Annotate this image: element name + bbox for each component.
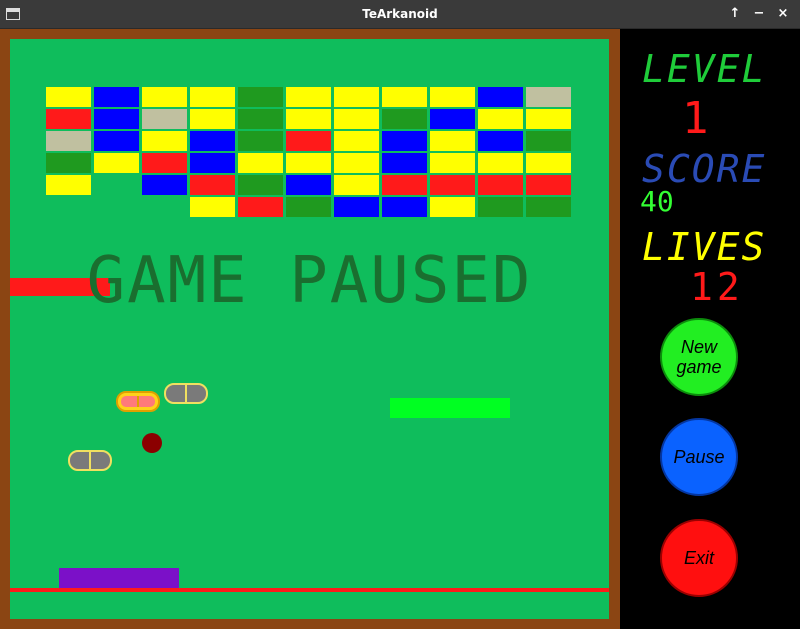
brick-yellow [286, 109, 331, 129]
brick-blue [382, 131, 427, 151]
exit-label: Exit [683, 548, 714, 568]
brick-yellow [94, 153, 139, 173]
pause-button[interactable]: Pause [660, 418, 738, 496]
brick-blue [94, 87, 139, 107]
exit-button[interactable]: Exit [660, 519, 738, 597]
bonus-capsule-red [116, 391, 160, 412]
brick-yellow [142, 131, 187, 151]
bottom-line [10, 588, 609, 592]
brick-yellow [430, 87, 475, 107]
brick-green [238, 175, 283, 195]
brick-yellow [430, 197, 475, 217]
brick-blue [190, 153, 235, 173]
brick-blue [382, 197, 427, 217]
brick-green [286, 197, 331, 217]
brick-yellow [478, 109, 523, 129]
brick-green [238, 131, 283, 151]
brick-blue [334, 197, 379, 217]
brick-green [382, 109, 427, 129]
brick-blue [478, 131, 523, 151]
brick-yellow [190, 87, 235, 107]
window-title: TeArkanoid [362, 7, 438, 21]
brick-green [526, 131, 571, 151]
brick-yellow [382, 87, 427, 107]
brick-yellow [46, 87, 91, 107]
brick-yellow [334, 109, 379, 129]
brick-yellow [430, 153, 475, 173]
sidebar-panel: LEVEL 1 SCORE 40 LIVES 12 New game Pause… [620, 29, 800, 629]
brick-yellow [526, 153, 571, 173]
brick-yellow [526, 109, 571, 129]
pause-label: Pause [673, 447, 725, 467]
brick-red [46, 109, 91, 129]
brick-red [478, 175, 523, 195]
brick-yellow [46, 175, 91, 195]
brick-yellow [334, 87, 379, 107]
brick-yellow [238, 153, 283, 173]
moving-platform [390, 398, 510, 418]
brick-green [526, 197, 571, 217]
window-titlebar: TeArkanoid ↑ − × [0, 0, 800, 29]
level-label: LEVEL [642, 47, 767, 91]
brick-red [286, 131, 331, 151]
brick-yellow [478, 153, 523, 173]
brick-blue [94, 109, 139, 129]
close-icon[interactable]: × [774, 5, 792, 23]
brick-blue [286, 175, 331, 195]
bonus-capsule-gray [68, 450, 112, 471]
brick-red [430, 175, 475, 195]
brick-yellow [190, 109, 235, 129]
brick-yellow [286, 153, 331, 173]
maximize-icon[interactable]: ↑ [726, 5, 744, 23]
brick-yellow [334, 175, 379, 195]
brick-gray [526, 87, 571, 107]
brick-red [190, 175, 235, 195]
lives-value: 12 [690, 265, 744, 309]
brick-green [238, 87, 283, 107]
brick-gray [142, 109, 187, 129]
score-value: 40 [640, 185, 674, 218]
brick-red [526, 175, 571, 195]
brick-blue [478, 87, 523, 107]
lives-label: LIVES [642, 225, 767, 269]
player-paddle[interactable] [59, 568, 179, 588]
brick-blue [430, 109, 475, 129]
brick-red [142, 153, 187, 173]
brick-yellow [334, 153, 379, 173]
ball [142, 433, 162, 453]
brick-yellow [286, 87, 331, 107]
brick-gray [46, 131, 91, 151]
level-value: 1 [682, 93, 709, 144]
brick-blue [142, 175, 187, 195]
brick-yellow [190, 197, 235, 217]
brick-yellow [142, 87, 187, 107]
new-game-label: New game [676, 337, 722, 377]
game-field[interactable]: GAME PAUSED [10, 39, 609, 619]
brick-green [238, 109, 283, 129]
brick-red [238, 197, 283, 217]
new-game-button[interactable]: New game [660, 318, 738, 396]
brick-blue [94, 131, 139, 151]
brick-green [478, 197, 523, 217]
game-paused-text: GAME PAUSED [86, 244, 533, 318]
brick-yellow [430, 131, 475, 151]
brick-red [382, 175, 427, 195]
bonus-capsule-gray [164, 383, 208, 404]
brick-yellow [334, 131, 379, 151]
brick-blue [190, 131, 235, 151]
brick-blue [382, 153, 427, 173]
brick-green [46, 153, 91, 173]
game-board-border: GAME PAUSED [0, 29, 620, 629]
minimize-icon[interactable]: − [750, 5, 768, 23]
